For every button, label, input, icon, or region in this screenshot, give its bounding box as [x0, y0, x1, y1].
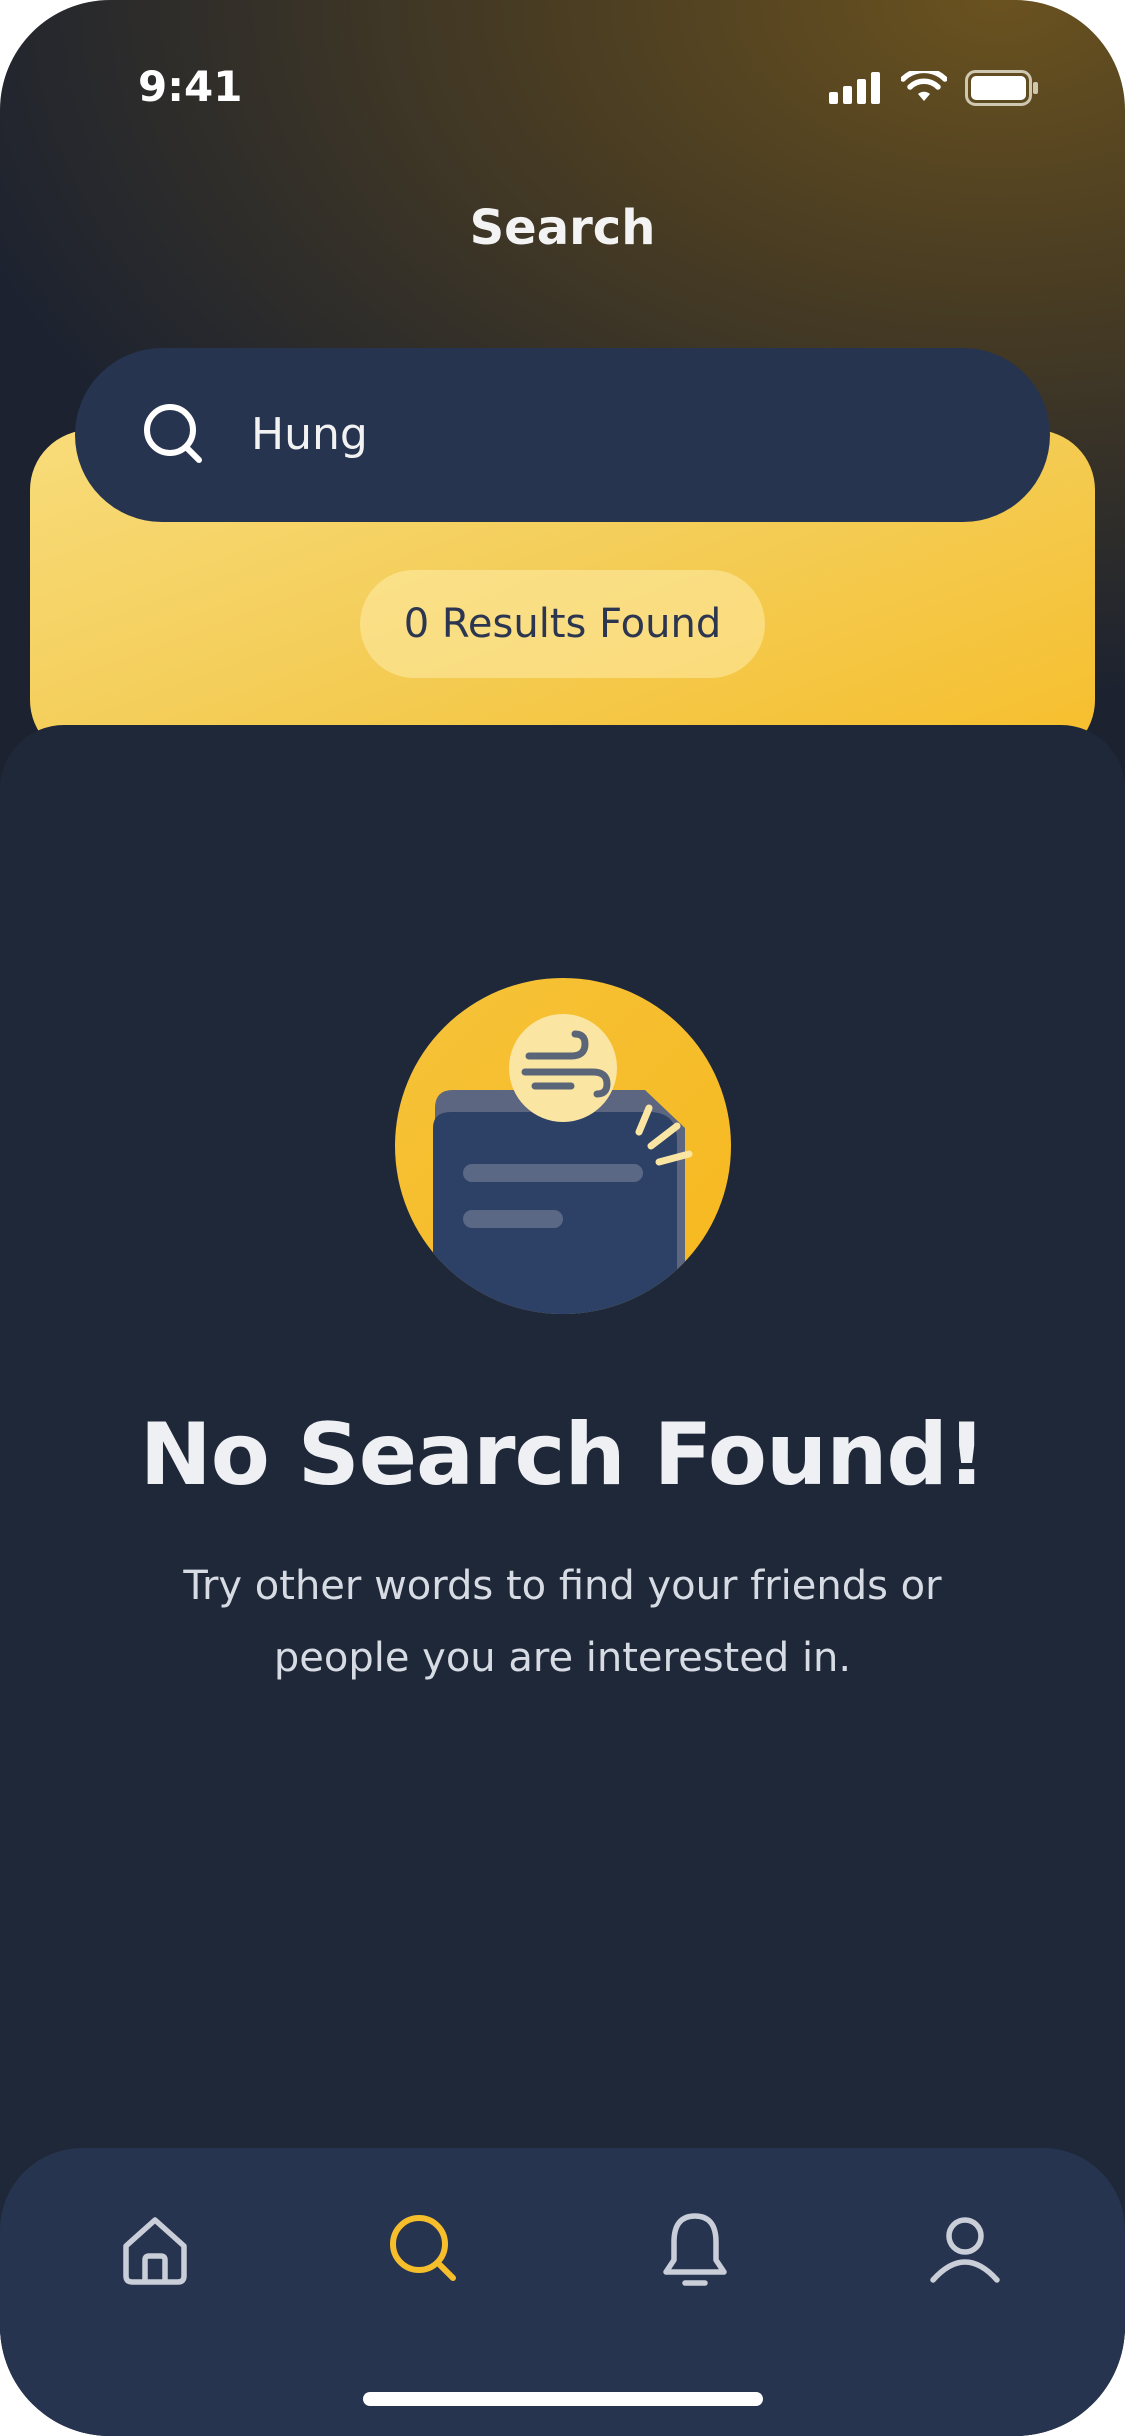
search-bar[interactable]: Hung [75, 348, 1050, 522]
battery-icon [965, 70, 1038, 106]
empty-folder-illustration [395, 978, 731, 1314]
status-time: 9:41 [138, 62, 243, 111]
nav-profile[interactable] [920, 2205, 1010, 2295]
nav-notifications[interactable] [650, 2205, 740, 2295]
page-title: Search [469, 200, 656, 256]
bell-icon [663, 2213, 727, 2286]
search-input[interactable]: Hung [251, 348, 368, 522]
status-icons [829, 70, 1039, 106]
nav-search[interactable] [380, 2205, 470, 2295]
empty-state-title: No Search Found! [139, 1405, 986, 1505]
nav-home[interactable] [110, 2205, 200, 2295]
phone-screen: 9:41 Search Hung 0 Results Found No Sear… [0, 0, 1125, 2436]
signal-icon [829, 72, 880, 104]
home-indicator [363, 2392, 763, 2406]
search-icon [390, 2215, 456, 2281]
wifi-icon [901, 71, 947, 101]
search-icon [141, 401, 211, 471]
user-icon [930, 2217, 1000, 2283]
empty-state-description: Try other words to find your friends or … [183, 1563, 942, 1681]
home-icon [123, 2217, 187, 2285]
results-count-badge: 0 Results Found [360, 570, 765, 678]
